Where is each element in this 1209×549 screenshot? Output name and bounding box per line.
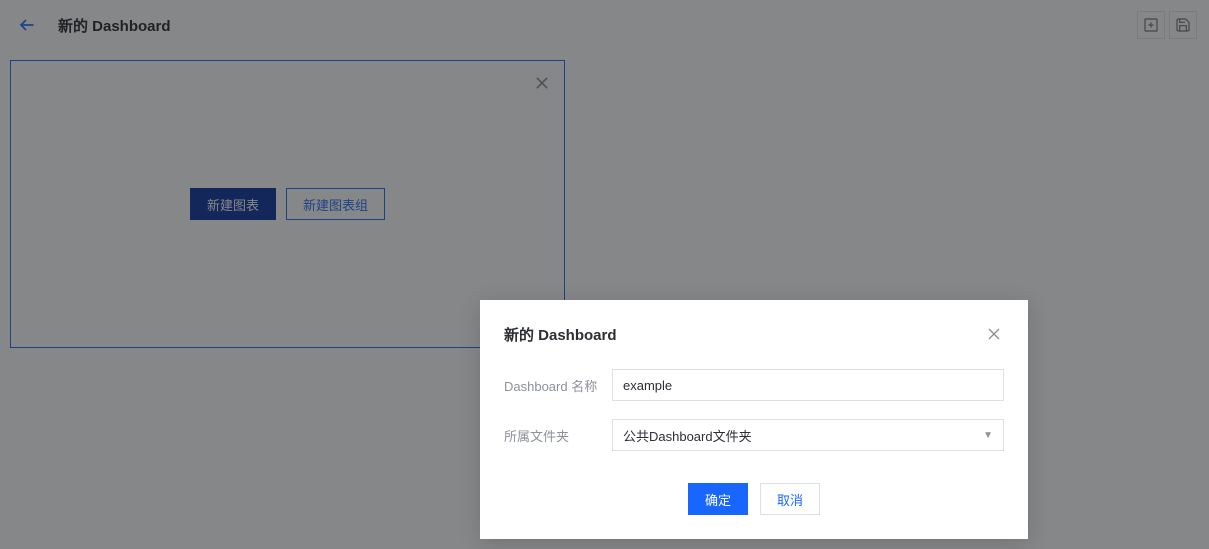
name-label: Dashboard 名称 [504,376,612,395]
new-dashboard-modal: 新的 Dashboard Dashboard 名称 所属文件夹 公共Dashbo… [480,300,1028,539]
confirm-button[interactable]: 确定 [688,483,748,515]
modal-overlay[interactable]: 新的 Dashboard Dashboard 名称 所属文件夹 公共Dashbo… [0,0,1209,549]
folder-label: 所属文件夹 [504,426,612,445]
name-row: Dashboard 名称 [504,369,1004,401]
modal-header: 新的 Dashboard [504,324,1004,345]
folder-select-value: 公共Dashboard文件夹 [623,426,752,445]
chevron-down-icon: ▼ [983,430,993,441]
modal-footer: 确定 取消 [504,483,1004,515]
folder-select[interactable]: 公共Dashboard文件夹 ▼ [612,419,1004,451]
cancel-button[interactable]: 取消 [760,483,820,515]
dashboard-name-input[interactable] [612,369,1004,401]
modal-title: 新的 Dashboard [504,324,617,345]
close-icon[interactable] [984,324,1004,344]
folder-row: 所属文件夹 公共Dashboard文件夹 ▼ [504,419,1004,451]
